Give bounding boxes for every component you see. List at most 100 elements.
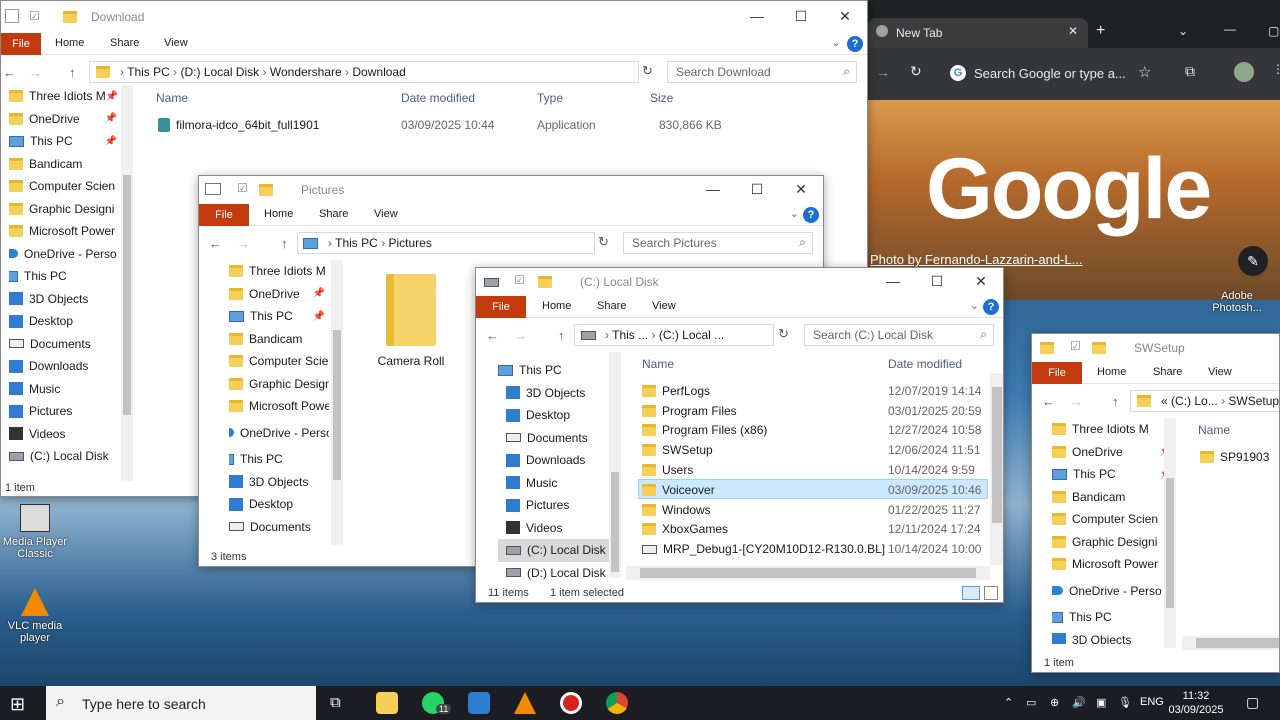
close-tab-icon[interactable]: ✕	[1068, 24, 1078, 38]
nav-item-desktop[interactable]: Desktop	[229, 493, 329, 516]
column-header-name[interactable]: Name	[156, 91, 188, 105]
ribbon-tab-file[interactable]: File	[199, 204, 249, 226]
nav-item-microsoft-power[interactable]: Microsoft Power	[1052, 553, 1176, 576]
list-item[interactable]: Program Files (x86)	[642, 423, 767, 437]
column-header-name[interactable]: Name	[1198, 423, 1230, 437]
nav-item-computer-science[interactable]: Computer Scien	[9, 175, 121, 198]
chrome-tab-new-tab[interactable]: New Tab ✕	[868, 18, 1088, 48]
search-input[interactable]: Search Pictures ⌕	[623, 232, 813, 254]
ribbon-tab-view[interactable]: View	[374, 208, 398, 220]
help-icon[interactable]: ?	[983, 299, 999, 315]
tab-search-icon[interactable]: ⌄	[1178, 24, 1188, 38]
ribbon-tab-share[interactable]: Share	[319, 208, 348, 220]
ribbon-tab-home[interactable]: Home	[264, 208, 293, 220]
nav-item-documents[interactable]: Documents	[498, 427, 610, 450]
new-tab-icon[interactable]: +	[1096, 22, 1105, 40]
folder-tile-camera-roll[interactable]: Camera Roll	[378, 274, 444, 368]
checkbox-icon[interactable]: ☑	[514, 273, 525, 287]
forward-icon[interactable]: →	[237, 236, 250, 251]
close-icon[interactable]: ✕	[959, 268, 1003, 296]
nav-item-onedrive[interactable]: OneDrive 📌	[229, 283, 329, 306]
nav-item-3d-objects[interactable]: 3D Objects	[498, 382, 610, 405]
customize-pencil-icon[interactable]: ✎	[1238, 246, 1268, 276]
bookmark-star-icon[interactable]: ☆	[1138, 63, 1151, 81]
up-icon[interactable]: ↑	[69, 65, 76, 80]
photo-credit-link[interactable]: Photo by Fernando-Lazzarin-and-L...	[870, 252, 1082, 267]
desktop-icon-photoshop[interactable]: Adobe Photosh...	[1204, 290, 1270, 314]
ribbon-tab-share[interactable]: Share	[110, 37, 139, 49]
back-icon[interactable]: ←	[1042, 394, 1055, 409]
microphone-icon[interactable]: 🎙	[1118, 696, 1132, 709]
expand-ribbon-icon[interactable]: ⌄	[970, 299, 979, 312]
nav-item-onedrive-personal[interactable]: OneDrive - Perso	[1052, 580, 1176, 603]
close-icon[interactable]: ✕	[779, 176, 823, 204]
expand-ribbon-icon[interactable]: ⌄	[832, 36, 841, 49]
refresh-icon[interactable]: ↻	[642, 63, 653, 79]
details-view-icon[interactable]	[962, 586, 980, 600]
properties-icon[interactable]	[5, 9, 19, 23]
up-icon[interactable]: ↑	[281, 236, 288, 251]
checkbox-icon[interactable]: ☑	[29, 9, 40, 23]
nav-item-desktop[interactable]: Desktop	[9, 310, 121, 333]
nav-item-downloads[interactable]: Downloads	[498, 449, 610, 472]
scrollbar-thumb[interactable]	[640, 568, 976, 578]
nav-item-videos[interactable]: Videos	[498, 517, 610, 540]
minimize-icon[interactable]: —	[1224, 22, 1236, 36]
list-item[interactable]: Program Files	[642, 404, 737, 418]
scrollbar-thumb[interactable]	[1196, 638, 1279, 648]
breadcrumb-item[interactable]: Pictures	[389, 236, 432, 250]
refresh-icon[interactable]: ↻	[778, 326, 789, 342]
list-item[interactable]: SWSetup	[642, 443, 713, 457]
nav-item-pictures[interactable]: Pictures	[9, 400, 121, 423]
volume-icon[interactable]: 🔊	[1072, 696, 1086, 709]
breadcrumb-item[interactable]: This PC	[127, 65, 170, 79]
show-hidden-icons-icon[interactable]: ⌃	[1004, 696, 1013, 709]
horizontal-scrollbar[interactable]	[626, 566, 990, 580]
list-item[interactable]: XboxGames	[642, 522, 728, 536]
nav-item-this-pc[interactable]: This PC 📌	[9, 130, 121, 153]
checkbox-icon[interactable]: ☑	[1070, 339, 1081, 353]
scrollbar-thumb[interactable]	[1166, 478, 1174, 608]
up-icon[interactable]: ↑	[558, 328, 565, 343]
ribbon-tab-view[interactable]: View	[1208, 366, 1232, 378]
breadcrumb-overflow[interactable]: «	[1161, 394, 1168, 408]
nav-item-downloads[interactable]: Downloads	[9, 355, 121, 378]
reload-icon[interactable]: ↻	[910, 63, 922, 80]
profile-avatar[interactable]	[1234, 62, 1254, 82]
nav-item-three-idiots[interactable]: Three Idiots M 📌	[9, 85, 121, 108]
nav-item-three-idiots[interactable]: Three Idiots M	[1052, 418, 1176, 441]
column-header-date[interactable]: Date modified	[401, 91, 475, 105]
list-item-selected[interactable]: Voiceover	[642, 483, 715, 497]
nav-item-this-pc-root[interactable]: This PC	[9, 265, 121, 288]
forward-icon[interactable]: →	[29, 65, 42, 80]
device-icon[interactable]: ▣	[1096, 696, 1106, 709]
forward-icon[interactable]: →	[876, 64, 890, 80]
vertical-scrollbar[interactable]	[990, 373, 1003, 565]
help-icon[interactable]: ?	[847, 36, 863, 52]
breadcrumb-item[interactable]: This PC	[335, 236, 378, 250]
task-view-icon[interactable]: ⧉	[330, 694, 341, 711]
minimize-icon[interactable]: —	[691, 176, 735, 204]
breadcrumb-item[interactable]: Download	[352, 65, 405, 79]
maximize-icon[interactable]: ☐	[779, 1, 823, 33]
ribbon-tab-share[interactable]: Share	[1153, 366, 1182, 378]
nav-item-microsoft-power[interactable]: Microsoft Power	[9, 220, 121, 243]
nav-item-onedrive-personal[interactable]: OneDrive - Perso	[9, 243, 121, 266]
checkbox-icon[interactable]: ☑	[237, 181, 248, 195]
forward-icon[interactable]: →	[514, 328, 527, 343]
breadcrumb-item[interactable]: Wondershare	[270, 65, 342, 79]
desktop-icon-vlc[interactable]: VLC media player	[2, 588, 68, 644]
nav-item-local-disk-c[interactable]: (C:) Local Disk	[498, 539, 610, 562]
nav-item-local-disk-c[interactable]: (C:) Local Disk	[9, 445, 121, 468]
nav-item-pictures[interactable]: Pictures	[498, 494, 610, 517]
column-header-size[interactable]: Size	[650, 91, 673, 105]
expand-ribbon-icon[interactable]: ⌄	[790, 207, 799, 220]
breadcrumb[interactable]: « (C:) Lo... › SWSetup	[1130, 390, 1279, 412]
extensions-icon[interactable]: ⧉	[1185, 63, 1195, 80]
properties-icon[interactable]	[205, 183, 221, 195]
clock[interactable]: 11:32 03/09/2025	[1166, 689, 1226, 717]
desktop-icon-media-player[interactable]: Media Player Classic	[2, 504, 68, 560]
nav-scrollbar[interactable]	[1164, 418, 1176, 648]
up-icon[interactable]: ↑	[1112, 394, 1119, 409]
windows-start-icon[interactable]: ⊞	[10, 694, 25, 715]
